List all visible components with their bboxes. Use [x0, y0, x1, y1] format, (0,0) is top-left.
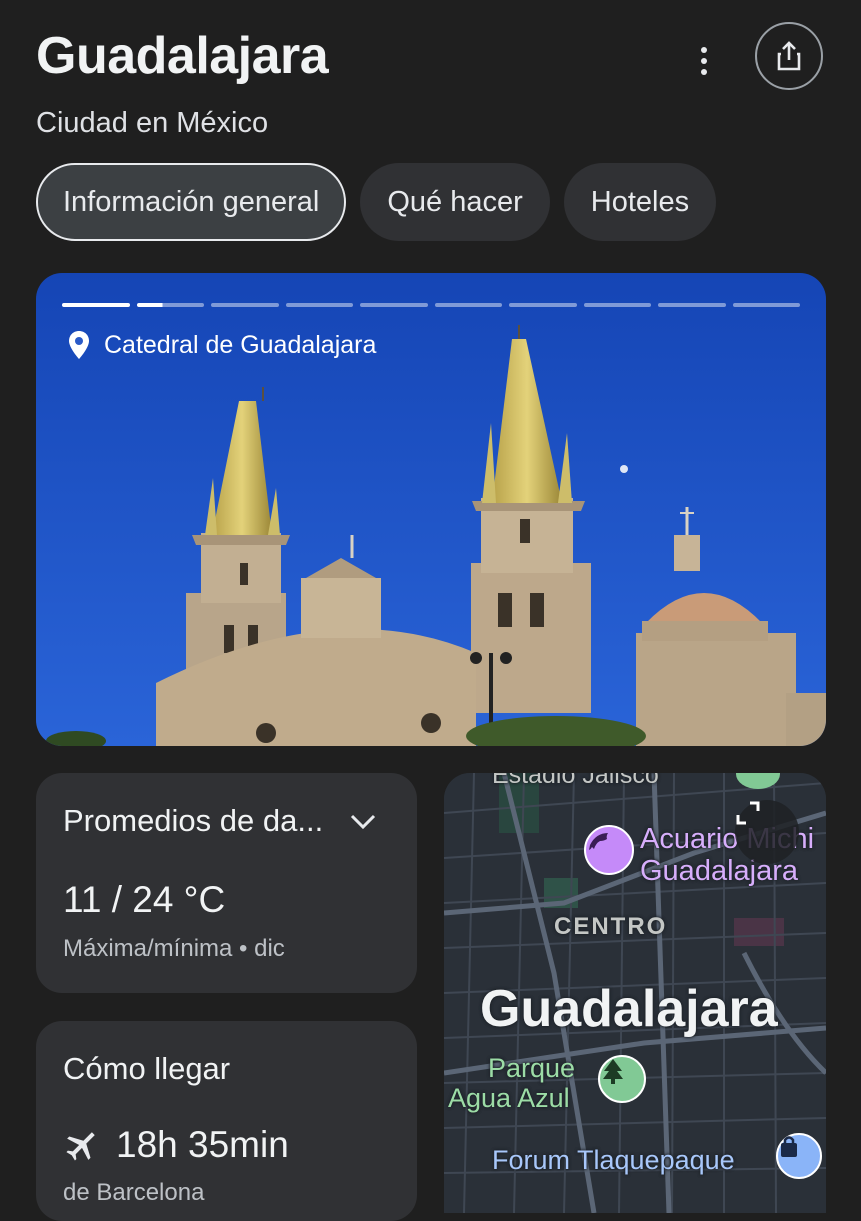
expand-icon	[736, 801, 760, 825]
carousel-progress	[62, 303, 800, 307]
map-label-district: CENTRO	[554, 913, 668, 940]
photo-location[interactable]: Catedral de Guadalajara	[68, 330, 376, 360]
tab-que-hacer[interactable]: Qué hacer	[360, 163, 550, 241]
map-label-mall: Forum Tlaquepaque	[492, 1145, 735, 1175]
map-label-park-2: Agua Azul	[448, 1083, 570, 1113]
more-options-icon[interactable]	[684, 38, 724, 84]
aquarium-marker[interactable]	[584, 825, 634, 875]
shopping-bag-icon	[781, 1136, 797, 1157]
airplane-icon	[66, 1132, 95, 1161]
flight-duration: 18h 35min	[116, 1124, 289, 1165]
map-preview[interactable]: Estadio Jalisco Acuario Michi Guadalajar…	[444, 773, 826, 1213]
expand-map-button[interactable]	[735, 800, 799, 864]
tab-hoteles[interactable]: Hoteles	[563, 163, 717, 241]
hero-image-carousel[interactable]: Catedral de Guadalajara	[36, 273, 826, 746]
tab-informacion-general[interactable]: Información general	[36, 163, 347, 241]
map-label-park-1: Parque	[488, 1053, 576, 1083]
map-label-stadium: Estadio Jalisco	[492, 773, 659, 789]
photo-caption: Catedral de Guadalajara	[104, 330, 377, 359]
weather-temperature: 11 / 24 °C	[63, 879, 226, 920]
weather-subtitle: Máxima/mínima • dic	[63, 935, 285, 962]
directions-title: Cómo llegar	[63, 1051, 231, 1086]
map-label-city: Guadalajara	[480, 980, 778, 1038]
tree-icon	[603, 1059, 623, 1084]
flight-origin: de Barcelona	[63, 1179, 205, 1206]
dolphin-icon	[589, 833, 608, 850]
directions-card[interactable]: Cómo llegar 18h 35min de Barcelona	[36, 1021, 417, 1221]
weather-title: Promedios de da...	[63, 803, 324, 838]
share-icon	[777, 41, 801, 71]
weather-card[interactable]: Promedios de da... 11 / 24 °C Máxima/mín…	[36, 773, 417, 993]
place-title: Guadalajara	[36, 27, 329, 85]
location-pin-icon	[69, 331, 89, 359]
park-marker[interactable]	[598, 1055, 646, 1103]
chevron-down-icon[interactable]	[348, 811, 378, 831]
tab-bar: Información general Qué hacer Hoteles	[36, 163, 717, 241]
mall-marker[interactable]	[776, 1133, 822, 1179]
share-button[interactable]	[755, 22, 823, 90]
place-subtitle: Ciudad en México	[36, 107, 269, 139]
